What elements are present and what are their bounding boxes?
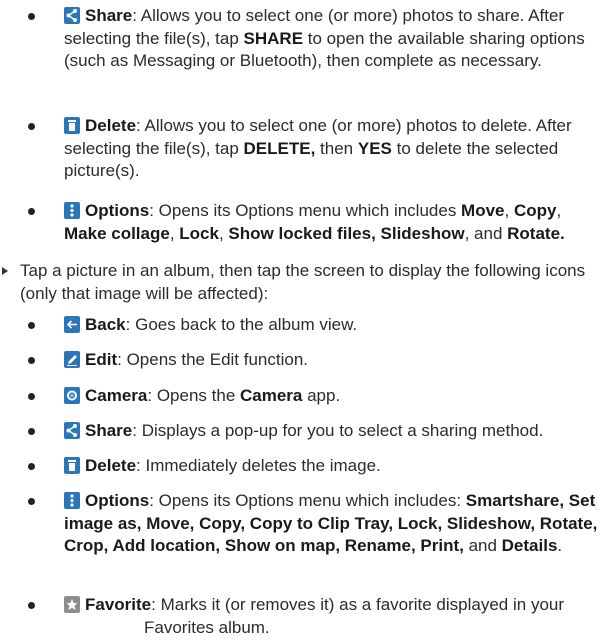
delete-icon xyxy=(64,457,80,474)
keyword: Lock xyxy=(179,223,219,243)
bullet xyxy=(28,322,35,329)
item-desc: , xyxy=(218,223,229,243)
item-term: Delete xyxy=(85,456,137,475)
item-term: Options xyxy=(85,491,150,510)
bullet xyxy=(28,498,35,505)
item-text: Share: Allows you to select one (or more… xyxy=(64,5,600,73)
bullet xyxy=(28,123,35,130)
delete-icon xyxy=(64,117,80,134)
bullet xyxy=(28,13,35,20)
bullet xyxy=(28,393,35,400)
camera-icon xyxy=(64,387,80,404)
item-text: Favorite: Marks it (or removes it) as a … xyxy=(64,594,600,639)
separator: : xyxy=(149,491,159,510)
item-term: Share xyxy=(85,421,133,440)
item-desc: app. xyxy=(302,386,341,405)
options-icon xyxy=(64,492,80,509)
item-desc: . xyxy=(557,536,563,555)
item-desc: , xyxy=(504,201,514,220)
item-text: Delete: Allows you to select one (or mor… xyxy=(64,115,600,183)
item-text: Share: Displays a pop-up for you to sele… xyxy=(64,420,600,443)
item-text: Delete: Immediately deletes the image. xyxy=(64,455,600,478)
item-desc: , and xyxy=(464,223,508,243)
separator: : xyxy=(132,6,141,25)
item-desc: Marks it (or removes it) as a favorite d… xyxy=(160,595,565,614)
keyword: SHARE xyxy=(243,28,304,48)
bullet xyxy=(28,463,35,470)
keyword: Make collage xyxy=(64,223,170,243)
keyword: Show locked files, Slideshow xyxy=(228,223,465,243)
keyword: Copy xyxy=(513,201,557,220)
bullet xyxy=(28,428,35,435)
item-desc: Displays a pop-up for you to select a sh… xyxy=(141,421,544,440)
instruction-text: Tap a picture in an album, then tap the … xyxy=(20,261,586,303)
keyword: DELETE, xyxy=(243,138,316,158)
share-icon xyxy=(64,7,80,24)
item-term: Share xyxy=(85,6,133,25)
manual-page: Share: Allows you to select one (or more… xyxy=(0,0,610,640)
favorite-icon xyxy=(64,596,80,613)
item-term: Back xyxy=(85,315,126,334)
keyword: Rotate. xyxy=(507,223,565,243)
item-term: Camera xyxy=(85,386,148,405)
separator: : xyxy=(132,421,142,440)
share-icon xyxy=(64,422,80,439)
keyword: Camera xyxy=(240,386,303,405)
item-text: Back: Goes back to the album view. xyxy=(64,314,600,337)
item-text: Edit: Opens the Edit function. xyxy=(64,349,600,372)
item-desc-continued: Favorites album. xyxy=(144,617,270,637)
bullet xyxy=(28,208,35,215)
item-text: Options: Opens its Options menu which in… xyxy=(64,200,600,245)
bullet xyxy=(28,602,35,609)
separator: : xyxy=(151,595,161,614)
item-text: Camera: Opens the Camera app. xyxy=(64,385,600,408)
separator: : xyxy=(117,350,127,369)
item-desc: Opens its Options menu which includes: xyxy=(158,491,466,510)
keyword: Move xyxy=(461,201,505,220)
options-icon xyxy=(64,202,80,219)
arrow-marker xyxy=(2,267,8,275)
item-text: Options: Opens its Options menu which in… xyxy=(64,490,600,558)
item-desc: Goes back to the album view. xyxy=(135,315,358,334)
separator: : xyxy=(149,201,159,220)
separator: : xyxy=(125,315,136,334)
keyword: Details xyxy=(501,536,558,555)
item-term: Delete xyxy=(85,116,137,135)
item-term: Options xyxy=(85,201,150,220)
item-desc: Opens the xyxy=(156,386,240,405)
edit-icon xyxy=(64,351,80,368)
item-desc: Opens its Options menu which includes xyxy=(158,201,462,220)
item-desc: , xyxy=(556,201,562,220)
item-desc: , xyxy=(169,223,180,243)
item-desc: then xyxy=(315,138,358,158)
keyword: YES xyxy=(357,138,392,158)
bullet xyxy=(28,357,35,364)
separator: : xyxy=(147,386,157,405)
item-term: Edit xyxy=(85,350,118,369)
item-desc: Immediately deletes the image. xyxy=(145,456,381,475)
item-desc: Opens the Edit function. xyxy=(126,350,309,369)
back-icon xyxy=(64,316,80,333)
item-desc: and xyxy=(463,536,502,555)
item-term: Favorite xyxy=(85,595,152,614)
separator: : xyxy=(136,116,145,135)
